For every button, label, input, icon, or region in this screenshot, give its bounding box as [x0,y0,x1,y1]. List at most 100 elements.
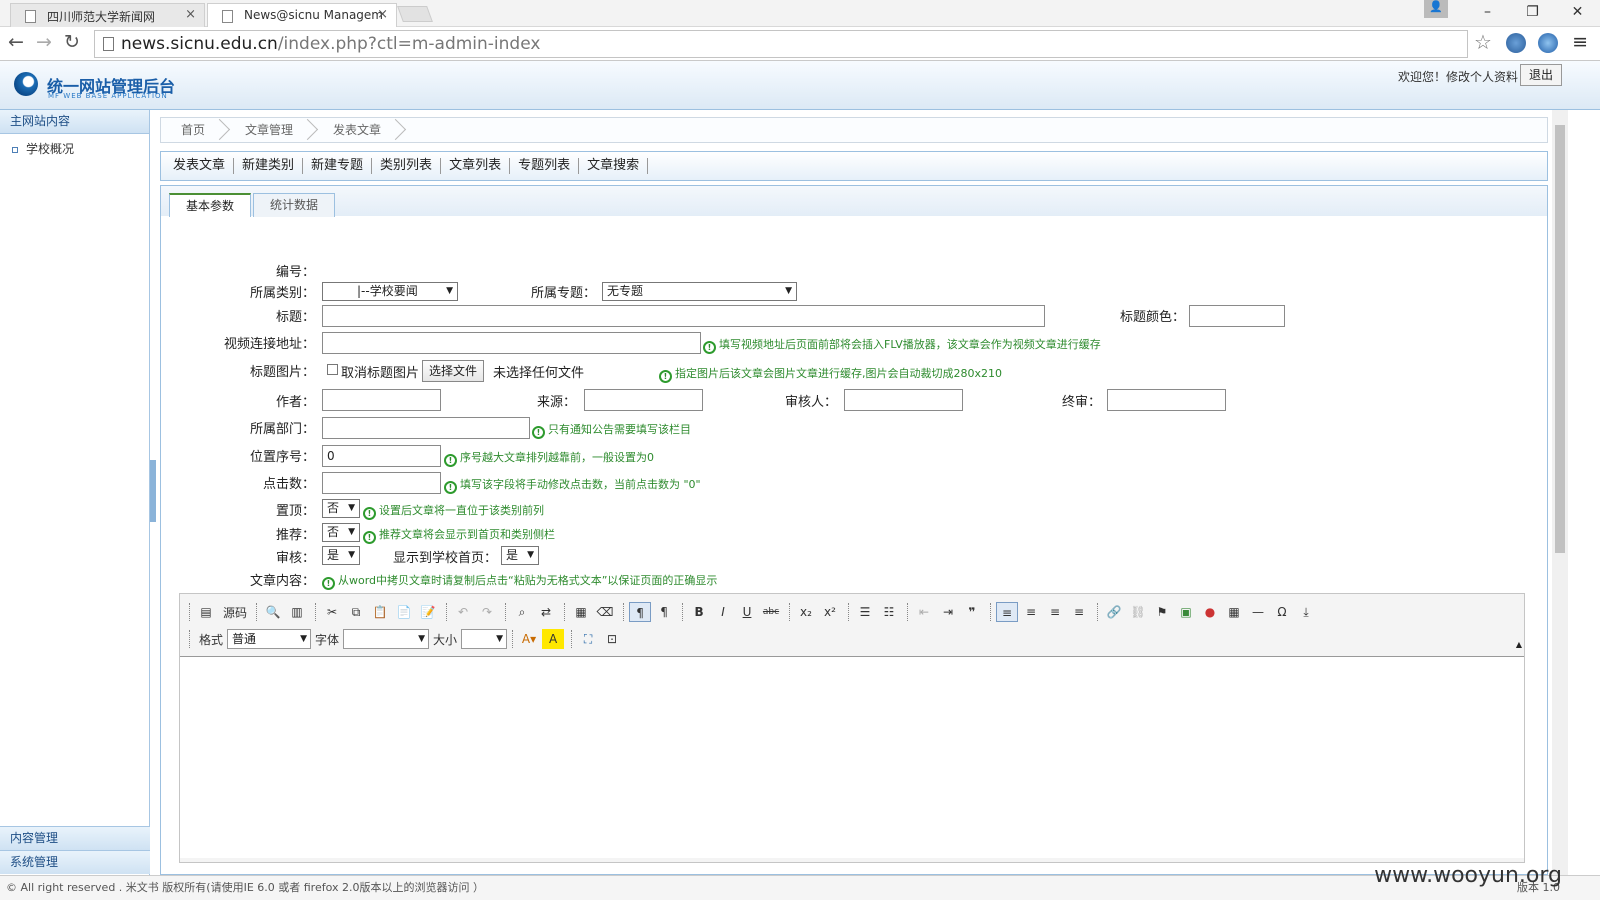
subnav-article-list[interactable]: 文章列表 [441,158,511,174]
bg-color-icon[interactable]: A [542,629,565,649]
user-icon[interactable]: 👤 [1424,0,1448,18]
top-select[interactable]: 否 ▼ [322,499,360,518]
font-select[interactable]: ▼ [343,629,430,649]
clicks-input[interactable] [322,472,441,494]
outdent-icon[interactable]: ⇤ [913,602,935,622]
redo-icon[interactable]: ↷ [476,602,498,622]
cancel-image-checkbox[interactable] [327,364,338,375]
extension-earth-icon[interactable] [1538,33,1558,53]
bullet-list-icon[interactable]: ☷ [878,602,900,622]
extension-globe-icon[interactable] [1506,33,1526,53]
source-label[interactable]: 源码 [223,604,247,621]
link-icon[interactable]: 🔗 [1103,602,1125,622]
sidebar-item-system[interactable]: 系统管理 [0,850,150,874]
subscript-icon[interactable]: x₂ [795,602,817,622]
sidebar-splitter[interactable] [150,460,156,522]
close-icon[interactable]: × [377,7,388,22]
logout-button[interactable]: 退出 [1520,64,1562,86]
sidebar-item-school[interactable]: 学校概况 [0,134,149,157]
source-input[interactable] [584,389,703,411]
restore-icon[interactable]: ❐ [1510,0,1555,27]
new-tab-button[interactable] [397,6,433,22]
tab-stats[interactable]: 统计数据 [253,193,336,217]
close-window-icon[interactable]: ✕ [1555,0,1600,27]
find-icon[interactable]: ⌕ [511,602,533,622]
scrollbar-thumb[interactable] [1555,125,1565,553]
title-color-input[interactable] [1189,305,1285,327]
paste-word-icon[interactable]: 📝 [417,602,439,622]
select-all-icon[interactable]: ▦ [570,602,592,622]
bookmark-star-icon[interactable]: ☆ [1474,30,1492,54]
italic-icon[interactable]: I [712,602,734,622]
undo-icon[interactable]: ↶ [452,602,474,622]
special-char-icon[interactable]: Ω [1271,602,1293,622]
subnav-topic-list[interactable]: 专题列表 [510,158,580,174]
image-icon[interactable]: ▣ [1175,602,1197,622]
recommend-select[interactable]: 否 ▼ [322,523,360,542]
anchor-icon[interactable]: ⚑ [1151,602,1173,622]
subnav-new-category[interactable]: 新建类别 [234,158,304,174]
dept-input[interactable] [322,417,530,439]
page-break-icon[interactable]: ⤓ [1295,602,1317,622]
welcome-link[interactable]: 欢迎您！修改个人资料 [1398,68,1518,85]
strike-icon[interactable]: abc [760,602,782,622]
paste-text-icon[interactable]: 📄 [393,602,415,622]
audit-select[interactable]: 是 ▼ [322,546,360,565]
subnav-category-list[interactable]: 类别列表 [372,158,442,174]
cut-icon[interactable]: ✂ [321,602,343,622]
show-blocks-icon[interactable]: ⊡ [601,629,623,649]
editor-content-area[interactable] [180,656,1524,858]
flash-icon[interactable]: ● [1199,602,1221,622]
final-review-input[interactable] [1107,389,1226,411]
page-scrollbar[interactable] [1552,110,1568,875]
author-input[interactable] [322,389,441,411]
breadcrumb-home[interactable]: 首页 [161,118,225,142]
blockquote-icon[interactable]: ❞ [961,602,983,622]
forward-icon[interactable]: → [36,31,52,53]
superscript-icon[interactable]: x² [819,602,841,622]
ltr-icon[interactable]: ¶ [629,602,652,622]
size-select[interactable]: ▼ [461,629,508,649]
video-url-input[interactable] [322,332,701,354]
title-input[interactable] [322,305,1045,327]
rtl-icon[interactable]: ¶ [653,602,675,622]
template-icon[interactable]: ▥ [286,602,308,622]
collapse-toolbar-icon[interactable]: ▲ [1516,640,1522,649]
ordered-list-icon[interactable]: ☰ [854,602,876,622]
reload-icon[interactable]: ↻ [64,31,80,53]
indent-icon[interactable]: ⇥ [937,602,959,622]
tab-basic[interactable]: 基本参数 [169,193,252,217]
breadcrumb-publish[interactable]: 发表文章 [313,118,401,142]
text-color-icon[interactable]: A▾ [518,629,540,649]
align-left-icon[interactable]: ≡ [996,602,1019,622]
preview-icon[interactable]: 🔍 [262,602,284,622]
unlink-icon[interactable]: ⛓ [1127,602,1149,622]
copy-icon[interactable]: ⧉ [345,602,367,622]
close-icon[interactable]: × [185,7,196,22]
browser-tab-admin[interactable]: News@sicnu Managem × [207,3,397,27]
topic-select[interactable]: 无专题 ▼ [602,282,797,301]
source-icon[interactable]: ▤ [195,602,217,622]
choose-file-button[interactable]: 选择文件 [422,360,485,382]
replace-icon[interactable]: ⇄ [535,602,557,622]
format-select[interactable]: 普通 ▼ [227,629,312,649]
subnav-search[interactable]: 文章搜索 [579,158,649,174]
minimize-icon[interactable]: – [1465,0,1510,27]
subnav-publish[interactable]: 发表文章 [161,158,235,174]
order-input[interactable]: 0 [322,445,441,467]
reviewer-input[interactable] [844,389,963,411]
sidebar-section-title[interactable]: 主网站内容 [0,110,149,134]
category-select[interactable]: |--学校要闻 ▼ [322,282,458,301]
show-home-select[interactable]: 是 ▼ [501,546,539,565]
menu-icon[interactable]: ≡ [1572,31,1588,53]
back-icon[interactable]: ← [8,31,24,53]
align-right-icon[interactable]: ≡ [1044,602,1066,622]
browser-tab-news[interactable]: 四川师范大学新闻网 × [10,3,205,27]
paste-icon[interactable]: 📋 [369,602,391,622]
subnav-new-topic[interactable]: 新建专题 [303,158,373,174]
address-bar[interactable]: news.sicnu.edu.cn/index.php?ctl=m-admin-… [94,30,1468,58]
sidebar-item-content[interactable]: 内容管理 [0,826,150,850]
maximize-icon[interactable]: ⛶ [577,629,599,649]
remove-format-icon[interactable]: ⌫ [594,602,616,622]
underline-icon[interactable]: U [736,602,758,622]
